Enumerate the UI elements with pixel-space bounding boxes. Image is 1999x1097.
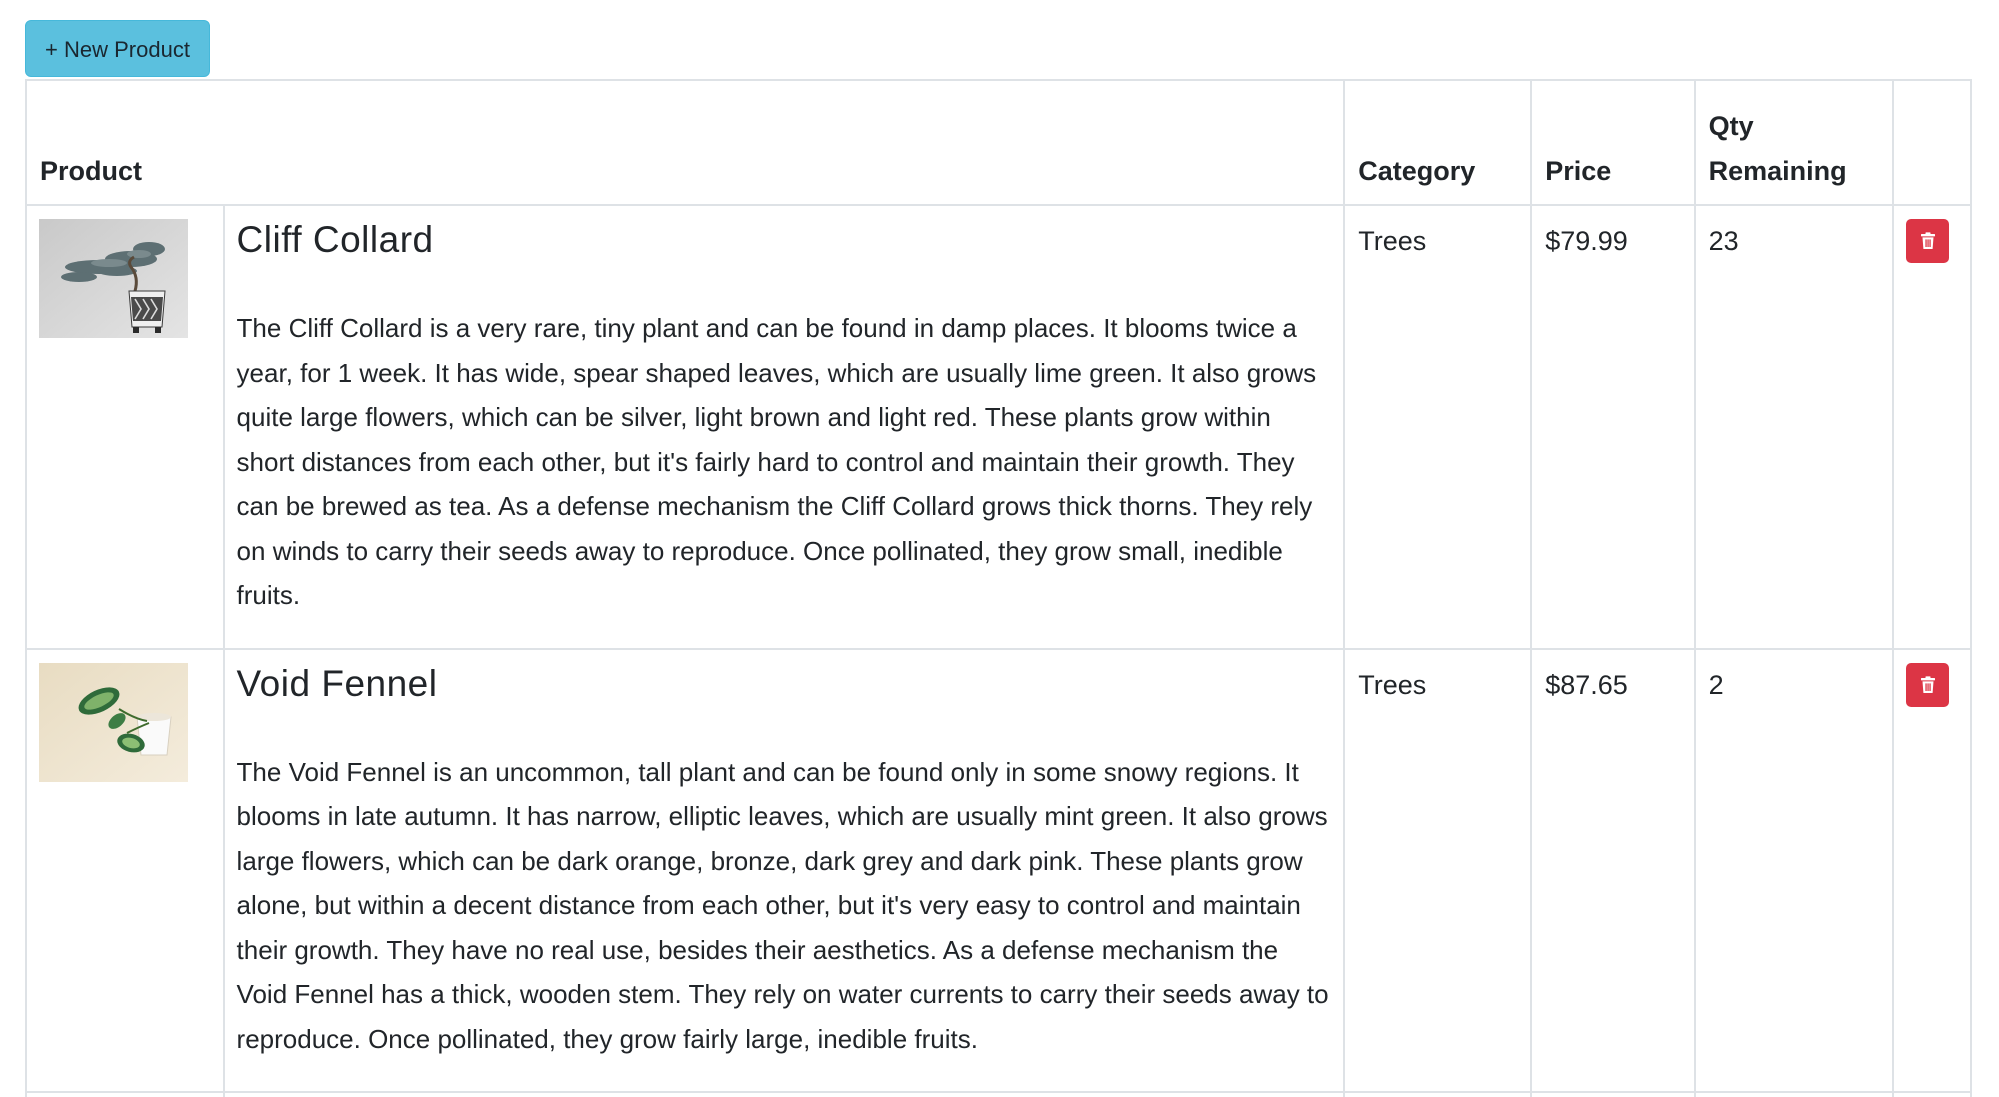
product-image-cell <box>25 647 225 1093</box>
table-row: Void Fennel The Void Fennel is an uncomm… <box>25 647 1972 1093</box>
trash-icon <box>1920 232 1936 250</box>
product-qty: 23 <box>1693 204 1895 650</box>
trash-icon <box>1920 675 1936 694</box>
table-row <box>25 1091 1972 1097</box>
product-image-cell <box>25 204 225 650</box>
product-price: $79.99 <box>1530 204 1696 650</box>
delete-product-button[interactable] <box>1906 219 1950 263</box>
product-image-cell <box>25 1091 225 1097</box>
product-category <box>1343 1091 1533 1097</box>
header-category[interactable]: Category <box>1343 79 1533 206</box>
table-row: Cliff Collard The Cliff Collard is a ver… <box>25 204 1972 650</box>
header-qty-line1: Qty <box>1708 111 1754 141</box>
header-qty-remaining[interactable]: Qty Remaining <box>1693 79 1895 206</box>
product-image[interactable] <box>39 662 188 782</box>
header-price[interactable]: Price <box>1530 79 1696 206</box>
product-name[interactable]: Cliff Collard <box>237 218 1330 262</box>
product-description: The Cliff Collard is a very rare, tiny p… <box>236 313 1317 610</box>
products-table: Product Category Price Qty Remaining Cli… <box>24 79 1972 1097</box>
table-header-row: Product Category Price Qty Remaining <box>24 79 1972 206</box>
product-description-cell: Cliff Collard The Cliff Collard is a ver… <box>222 204 1346 650</box>
product-category: Trees <box>1343 647 1533 1093</box>
product-price: $87.65 <box>1530 647 1696 1093</box>
product-name[interactable]: Void Fennel <box>237 662 1330 706</box>
new-product-button[interactable]: + New Product <box>25 20 210 77</box>
header-actions <box>1892 79 1972 206</box>
product-price <box>1530 1091 1696 1097</box>
header-product[interactable]: Product <box>24 79 1346 206</box>
product-qty: 2 <box>1693 647 1895 1093</box>
product-description-cell <box>222 1091 1346 1097</box>
product-image[interactable] <box>39 219 188 338</box>
product-actions-cell <box>1892 1091 1972 1097</box>
product-description: The Void Fennel is an uncommon, tall pla… <box>236 756 1329 1054</box>
product-qty <box>1693 1091 1895 1097</box>
header-qty-line2: Remaining <box>1708 156 1847 186</box>
delete-product-button[interactable] <box>1906 662 1950 707</box>
product-category: Trees <box>1343 204 1533 650</box>
product-actions-cell <box>1892 204 1972 650</box>
product-actions-cell <box>1892 647 1972 1093</box>
product-admin-page: + New Product Product Category Price Qty… <box>0 0 1999 1097</box>
product-description-cell: Void Fennel The Void Fennel is an uncomm… <box>222 647 1346 1093</box>
